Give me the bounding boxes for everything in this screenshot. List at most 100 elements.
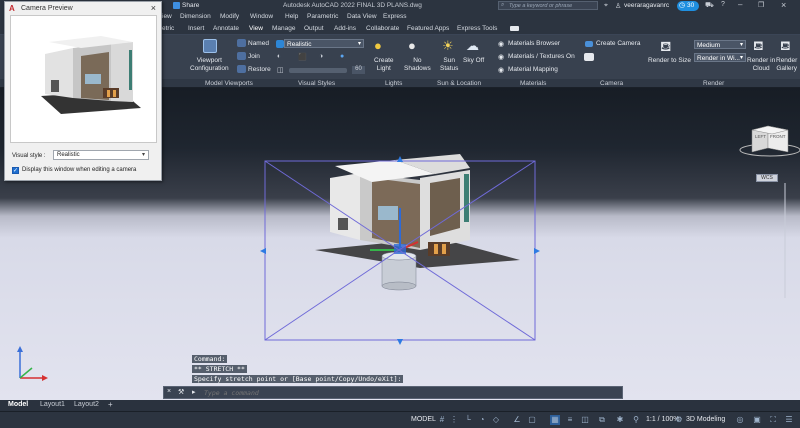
viewport-config-button[interactable]: Viewport Configuration: [190, 57, 229, 73]
tab-view[interactable]: View: [249, 25, 263, 32]
viewcube-left-label[interactable]: LEFT: [755, 134, 766, 139]
opacity-icon[interactable]: ◫: [277, 66, 284, 74]
camera-icon[interactable]: [584, 53, 594, 61]
color-sphere-icon[interactable]: ●: [340, 53, 344, 60]
join-button[interactable]: Join: [248, 53, 260, 60]
ortho-icon[interactable]: └: [463, 415, 473, 425]
command-input[interactable]: [204, 388, 616, 397]
ribbon-toggle-icon[interactable]: [510, 26, 519, 31]
opacity-value[interactable]: 60: [352, 66, 365, 74]
display-window-label[interactable]: Display this window when editing a camer…: [22, 167, 136, 173]
close-icon[interactable]: ×: [151, 3, 156, 13]
menu-help[interactable]: Help: [285, 13, 298, 20]
visual-style-dropdown[interactable]: Realistic ▾: [284, 39, 364, 48]
named-viewports-icon[interactable]: [237, 39, 246, 47]
annotation-visibility-icon[interactable]: ✱: [615, 415, 625, 425]
tab-output[interactable]: Output: [304, 25, 324, 32]
tab-add-ins[interactable]: Add-ins: [334, 25, 356, 32]
viewcube[interactable]: [739, 125, 800, 157]
edge-effects-icon[interactable]: ◐: [277, 53, 281, 60]
render-cloud-icon[interactable]: ⛾: [753, 38, 764, 56]
object-snap-tracking-icon[interactable]: ∠: [512, 415, 522, 425]
panel-render[interactable]: Render: [703, 80, 724, 87]
create-light-button[interactable]: Create Light: [374, 57, 394, 73]
annotation-scale-icon[interactable]: ⚲: [631, 415, 641, 425]
wcs-menu[interactable]: WCS: [756, 174, 778, 182]
close-icon[interactable]: ×: [167, 388, 171, 395]
tab-manage[interactable]: Manage: [272, 25, 296, 32]
model-space-button[interactable]: MODEL: [411, 416, 436, 423]
share-icon[interactable]: [173, 2, 180, 9]
tab-model[interactable]: Model: [8, 401, 28, 408]
render-to-size-button[interactable]: Render to Size: [648, 57, 691, 64]
tab-featured-apps[interactable]: Featured Apps: [407, 25, 449, 32]
polar-icon[interactable]: ◔: [477, 415, 487, 425]
share-button[interactable]: Share: [182, 2, 199, 9]
opacity-slider[interactable]: [289, 68, 347, 73]
panel-camera[interactable]: Camera: [600, 80, 623, 87]
isodraft-icon[interactable]: ◇: [491, 415, 501, 425]
sun-icon[interactable]: ☀: [442, 38, 454, 54]
cart-icon[interactable]: ⛟: [705, 1, 714, 10]
panel-materials[interactable]: Materials: [520, 80, 546, 87]
panel-model-viewports[interactable]: Model Viewports: [205, 80, 253, 87]
panel-visual-styles[interactable]: Visual Styles: [298, 80, 335, 87]
camera-create-icon[interactable]: [585, 41, 593, 47]
join-icon[interactable]: [237, 52, 246, 60]
display-window-checkbox[interactable]: ✓: [12, 167, 19, 174]
lighting-icon[interactable]: ⬛: [298, 53, 307, 61]
material-mapping-button[interactable]: Material Mapping: [508, 66, 558, 73]
restore-viewports-icon[interactable]: [237, 65, 246, 73]
menu-view[interactable]: iew: [162, 13, 172, 20]
menu-express[interactable]: Express: [383, 13, 406, 20]
customization-menu-icon[interactable]: ☰: [784, 415, 794, 425]
isolate-objects-icon[interactable]: ◎: [735, 415, 745, 425]
menu-data-view[interactable]: Data View: [347, 13, 377, 20]
command-prompt-icon[interactable]: ▸: [192, 388, 196, 396]
grid-icon[interactable]: #: [437, 415, 447, 425]
tab-annotate[interactable]: Annotate: [213, 25, 239, 32]
user-name[interactable]: veeraragavanrc: [624, 2, 669, 9]
menu-modify[interactable]: Modify: [220, 13, 239, 20]
no-shadows-icon[interactable]: ●: [408, 38, 416, 53]
sun-status-button[interactable]: Sun Status: [440, 57, 458, 73]
materials-browser-icon[interactable]: ◉: [498, 40, 504, 48]
transparency-icon[interactable]: ◫: [580, 415, 590, 425]
menu-dimension[interactable]: Dimension: [180, 13, 211, 20]
hardware-acceleration-icon[interactable]: ▣: [752, 415, 762, 425]
binoculars-icon[interactable]: ⌖: [604, 2, 608, 10]
viewport-config-icon[interactable]: [203, 39, 217, 53]
wrench-icon[interactable]: ⚒: [178, 388, 184, 396]
tab-collaborate[interactable]: Collaborate: [366, 25, 399, 32]
menu-parametric[interactable]: Parametric: [307, 13, 338, 20]
render-in-dropdown[interactable]: Render in Wi... ▾: [694, 53, 746, 62]
timer-badge[interactable]: ◷ 30: [677, 1, 699, 11]
materials-browser-button[interactable]: Materials Browser: [508, 40, 560, 47]
add-layout-button[interactable]: +: [108, 400, 113, 409]
close-icon[interactable]: ×: [781, 0, 786, 10]
sky-icon[interactable]: ☁: [466, 38, 479, 54]
workspace-dropdown[interactable]: 3D Modeling: [686, 416, 725, 423]
panel-sun-location[interactable]: Sun & Location: [437, 80, 481, 87]
tab-express-tools[interactable]: Express Tools: [457, 25, 497, 32]
snap-icon[interactable]: ⋮: [449, 415, 459, 425]
object-snap-icon[interactable]: ▢: [527, 415, 537, 425]
materials-textures-button[interactable]: Materials / Textures On: [508, 53, 575, 60]
tab-parametric[interactable]: etric: [162, 25, 174, 32]
lineweight-icon[interactable]: ≡: [565, 415, 575, 425]
material-mapping-icon[interactable]: ◉: [498, 66, 504, 74]
preview-visual-style-dropdown[interactable]: Realistic ▾: [53, 150, 149, 160]
sky-off-button[interactable]: Sky Off: [463, 57, 484, 64]
render-gallery-icon[interactable]: ⛾: [780, 38, 791, 56]
materials-textures-icon[interactable]: ◉: [498, 53, 504, 61]
clean-screen-icon[interactable]: ⛶: [768, 415, 778, 425]
no-shadows-button[interactable]: No Shadows: [404, 57, 431, 73]
restore-icon[interactable]: ❐: [758, 1, 764, 9]
tab-insert[interactable]: Insert: [188, 25, 204, 32]
render-gallery-button[interactable]: Render Gallery: [776, 57, 797, 73]
tab-layout2[interactable]: Layout2: [74, 401, 99, 408]
light-bulb-icon[interactable]: ●: [374, 38, 382, 53]
dynamic-input-icon[interactable]: ▦: [550, 415, 560, 425]
render-quality-dropdown[interactable]: Medium ▾: [694, 40, 746, 49]
teapot-icon[interactable]: ⛾: [660, 38, 671, 57]
